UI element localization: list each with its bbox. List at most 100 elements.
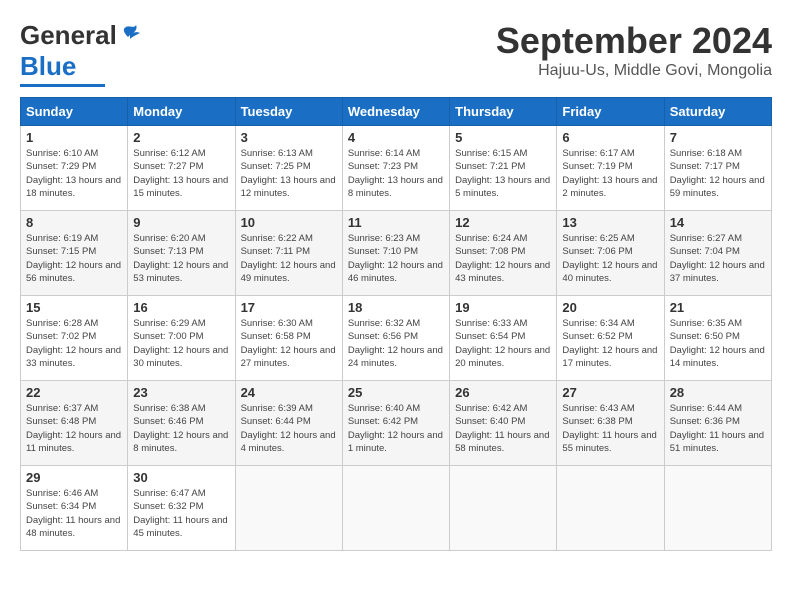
daylight-text: Daylight: 12 hours and 46 minutes. <box>348 259 444 286</box>
sunset-text: Sunset: 7:00 PM <box>133 330 229 343</box>
sunset-text: Sunset: 7:29 PM <box>26 160 122 173</box>
day-detail: Sunrise: 6:39 AM Sunset: 6:44 PM Dayligh… <box>241 402 337 455</box>
daylight-text: Daylight: 12 hours and 43 minutes. <box>455 259 551 286</box>
logo: General Blue <box>20 20 142 87</box>
calendar-day: 7 Sunrise: 6:18 AM Sunset: 7:17 PM Dayli… <box>664 126 771 211</box>
day-number: 16 <box>133 300 229 315</box>
weekday-header-sunday: Sunday <box>21 98 128 126</box>
sunrise-text: Sunrise: 6:35 AM <box>670 317 766 330</box>
calendar-day: 11 Sunrise: 6:23 AM Sunset: 7:10 PM Dayl… <box>342 211 449 296</box>
day-detail: Sunrise: 6:17 AM Sunset: 7:19 PM Dayligh… <box>562 147 658 200</box>
sunrise-text: Sunrise: 6:42 AM <box>455 402 551 415</box>
day-detail: Sunrise: 6:37 AM Sunset: 6:48 PM Dayligh… <box>26 402 122 455</box>
calendar-day: 4 Sunrise: 6:14 AM Sunset: 7:23 PM Dayli… <box>342 126 449 211</box>
sunset-text: Sunset: 7:19 PM <box>562 160 658 173</box>
day-number: 12 <box>455 215 551 230</box>
calendar-day: 15 Sunrise: 6:28 AM Sunset: 7:02 PM Dayl… <box>21 296 128 381</box>
daylight-text: Daylight: 13 hours and 2 minutes. <box>562 174 658 201</box>
sunset-text: Sunset: 6:40 PM <box>455 415 551 428</box>
day-number: 2 <box>133 130 229 145</box>
day-number: 6 <box>562 130 658 145</box>
calendar-day: 5 Sunrise: 6:15 AM Sunset: 7:21 PM Dayli… <box>450 126 557 211</box>
calendar-week-2: 8 Sunrise: 6:19 AM Sunset: 7:15 PM Dayli… <box>21 211 772 296</box>
sunset-text: Sunset: 6:52 PM <box>562 330 658 343</box>
day-number: 17 <box>241 300 337 315</box>
day-detail: Sunrise: 6:42 AM Sunset: 6:40 PM Dayligh… <box>455 402 551 455</box>
day-number: 10 <box>241 215 337 230</box>
sunset-text: Sunset: 6:38 PM <box>562 415 658 428</box>
sunset-text: Sunset: 6:48 PM <box>26 415 122 428</box>
sunset-text: Sunset: 7:23 PM <box>348 160 444 173</box>
sunrise-text: Sunrise: 6:18 AM <box>670 147 766 160</box>
day-number: 9 <box>133 215 229 230</box>
day-number: 25 <box>348 385 444 400</box>
daylight-text: Daylight: 12 hours and 11 minutes. <box>26 429 122 456</box>
daylight-text: Daylight: 12 hours and 30 minutes. <box>133 344 229 371</box>
page-header: General Blue September 2024 Hajuu-Us, Mi… <box>20 20 772 87</box>
calendar-header-row: SundayMondayTuesdayWednesdayThursdayFrid… <box>21 98 772 126</box>
day-detail: Sunrise: 6:43 AM Sunset: 6:38 PM Dayligh… <box>562 402 658 455</box>
sunset-text: Sunset: 6:56 PM <box>348 330 444 343</box>
day-detail: Sunrise: 6:40 AM Sunset: 6:42 PM Dayligh… <box>348 402 444 455</box>
calendar-day: 24 Sunrise: 6:39 AM Sunset: 6:44 PM Dayl… <box>235 381 342 466</box>
day-detail: Sunrise: 6:29 AM Sunset: 7:00 PM Dayligh… <box>133 317 229 370</box>
sunrise-text: Sunrise: 6:30 AM <box>241 317 337 330</box>
sunset-text: Sunset: 6:58 PM <box>241 330 337 343</box>
sunset-text: Sunset: 7:06 PM <box>562 245 658 258</box>
sunrise-text: Sunrise: 6:47 AM <box>133 487 229 500</box>
daylight-text: Daylight: 13 hours and 18 minutes. <box>26 174 122 201</box>
day-detail: Sunrise: 6:10 AM Sunset: 7:29 PM Dayligh… <box>26 147 122 200</box>
calendar-day: 8 Sunrise: 6:19 AM Sunset: 7:15 PM Dayli… <box>21 211 128 296</box>
daylight-text: Daylight: 12 hours and 8 minutes. <box>133 429 229 456</box>
day-number: 15 <box>26 300 122 315</box>
calendar-day: 25 Sunrise: 6:40 AM Sunset: 6:42 PM Dayl… <box>342 381 449 466</box>
sunset-text: Sunset: 7:21 PM <box>455 160 551 173</box>
sunrise-text: Sunrise: 6:13 AM <box>241 147 337 160</box>
calendar-day: 10 Sunrise: 6:22 AM Sunset: 7:11 PM Dayl… <box>235 211 342 296</box>
calendar-day: 29 Sunrise: 6:46 AM Sunset: 6:34 PM Dayl… <box>21 466 128 551</box>
daylight-text: Daylight: 12 hours and 33 minutes. <box>26 344 122 371</box>
day-number: 29 <box>26 470 122 485</box>
day-detail: Sunrise: 6:13 AM Sunset: 7:25 PM Dayligh… <box>241 147 337 200</box>
day-number: 23 <box>133 385 229 400</box>
day-number: 5 <box>455 130 551 145</box>
sunrise-text: Sunrise: 6:32 AM <box>348 317 444 330</box>
sunset-text: Sunset: 6:54 PM <box>455 330 551 343</box>
day-number: 18 <box>348 300 444 315</box>
day-number: 4 <box>348 130 444 145</box>
day-detail: Sunrise: 6:20 AM Sunset: 7:13 PM Dayligh… <box>133 232 229 285</box>
calendar-day: 14 Sunrise: 6:27 AM Sunset: 7:04 PM Dayl… <box>664 211 771 296</box>
sunrise-text: Sunrise: 6:19 AM <box>26 232 122 245</box>
sunset-text: Sunset: 7:27 PM <box>133 160 229 173</box>
calendar-week-4: 22 Sunrise: 6:37 AM Sunset: 6:48 PM Dayl… <box>21 381 772 466</box>
sunrise-text: Sunrise: 6:29 AM <box>133 317 229 330</box>
calendar-day: 22 Sunrise: 6:37 AM Sunset: 6:48 PM Dayl… <box>21 381 128 466</box>
calendar-day: 9 Sunrise: 6:20 AM Sunset: 7:13 PM Dayli… <box>128 211 235 296</box>
daylight-text: Daylight: 11 hours and 45 minutes. <box>133 514 229 541</box>
day-detail: Sunrise: 6:46 AM Sunset: 6:34 PM Dayligh… <box>26 487 122 540</box>
logo-underline <box>20 84 105 87</box>
day-number: 26 <box>455 385 551 400</box>
calendar-day: 26 Sunrise: 6:42 AM Sunset: 6:40 PM Dayl… <box>450 381 557 466</box>
calendar-day: 18 Sunrise: 6:32 AM Sunset: 6:56 PM Dayl… <box>342 296 449 381</box>
calendar-day: 28 Sunrise: 6:44 AM Sunset: 6:36 PM Dayl… <box>664 381 771 466</box>
sunrise-text: Sunrise: 6:15 AM <box>455 147 551 160</box>
weekday-header-thursday: Thursday <box>450 98 557 126</box>
sunset-text: Sunset: 6:34 PM <box>26 500 122 513</box>
daylight-text: Daylight: 12 hours and 49 minutes. <box>241 259 337 286</box>
day-number: 19 <box>455 300 551 315</box>
day-number: 28 <box>670 385 766 400</box>
calendar-day: 19 Sunrise: 6:33 AM Sunset: 6:54 PM Dayl… <box>450 296 557 381</box>
daylight-text: Daylight: 12 hours and 59 minutes. <box>670 174 766 201</box>
day-number: 24 <box>241 385 337 400</box>
day-detail: Sunrise: 6:27 AM Sunset: 7:04 PM Dayligh… <box>670 232 766 285</box>
daylight-text: Daylight: 13 hours and 15 minutes. <box>133 174 229 201</box>
calendar-day <box>664 466 771 551</box>
day-detail: Sunrise: 6:15 AM Sunset: 7:21 PM Dayligh… <box>455 147 551 200</box>
sunset-text: Sunset: 7:02 PM <box>26 330 122 343</box>
sunrise-text: Sunrise: 6:39 AM <box>241 402 337 415</box>
sunrise-text: Sunrise: 6:40 AM <box>348 402 444 415</box>
daylight-text: Daylight: 12 hours and 40 minutes. <box>562 259 658 286</box>
sunrise-text: Sunrise: 6:34 AM <box>562 317 658 330</box>
day-number: 14 <box>670 215 766 230</box>
